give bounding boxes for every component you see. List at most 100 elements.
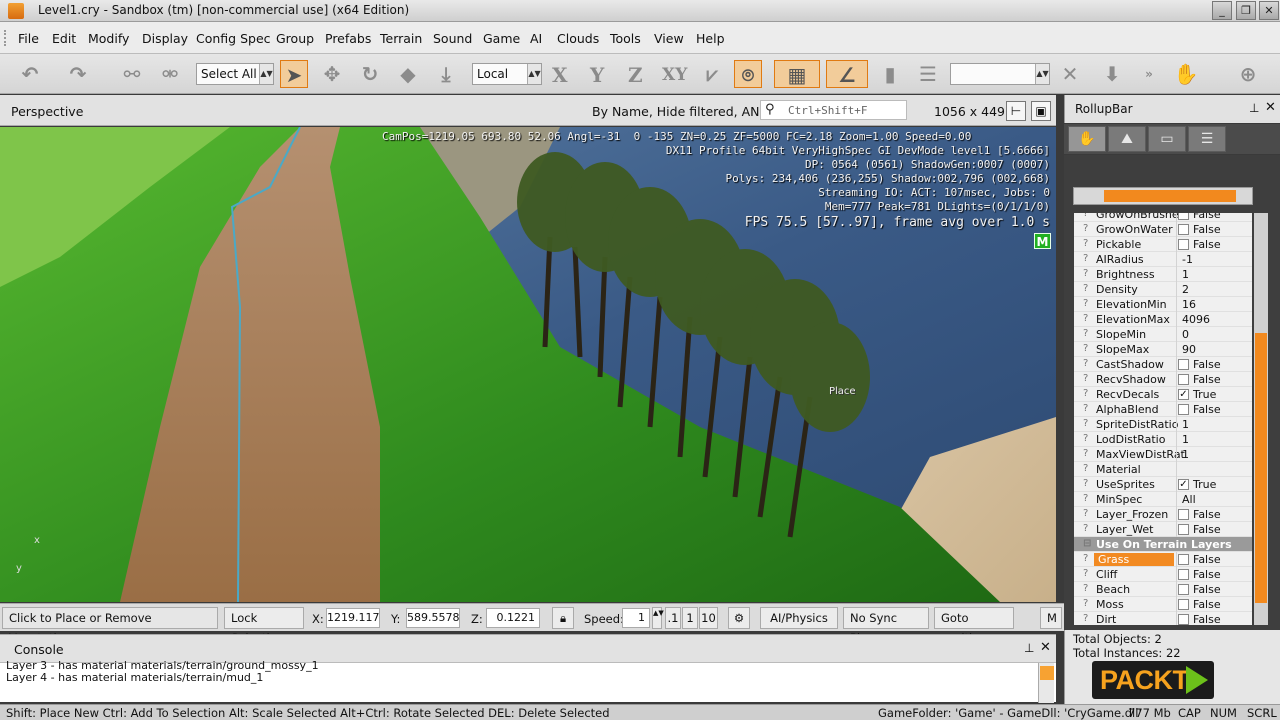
property-value[interactable]: -1 [1182, 253, 1193, 266]
property-checkbox[interactable] [1178, 524, 1189, 535]
scroll-thumb[interactable] [1040, 666, 1054, 680]
speed-preset-0.1[interactable]: .1 [665, 607, 681, 629]
property-value[interactable]: 1 [1182, 268, 1189, 281]
menu-file[interactable]: File [18, 31, 39, 46]
named-selection-dropdown[interactable]: ▲▼ [950, 63, 1050, 85]
camera-snap-icon[interactable]: ⌾ [734, 60, 762, 88]
axis-z-button[interactable]: Z [628, 63, 643, 87]
scroll-thumb[interactable] [1104, 190, 1236, 202]
resize-viewport-icon[interactable]: ⊢ [1006, 101, 1026, 121]
property-row[interactable]: ? SpriteDistRatio 1 [1074, 417, 1252, 432]
rotate-icon[interactable]: ↻ [356, 60, 384, 88]
property-value[interactable]: False [1193, 508, 1221, 521]
goto-position-button[interactable]: Goto position [934, 607, 1014, 645]
ai-physics-button[interactable]: AI/Physics [760, 607, 838, 629]
menu-edit[interactable]: Edit [52, 31, 76, 46]
vertical-scrollbar[interactable] [1254, 213, 1268, 625]
property-checkbox[interactable] [1178, 584, 1189, 595]
property-row[interactable]: ? AIRadius -1 [1074, 252, 1252, 267]
lock-selection-button[interactable]: Lock Selection [224, 607, 304, 645]
property-value[interactable]: False [1193, 553, 1221, 566]
speed-preset-1[interactable]: 1 [682, 607, 698, 629]
move-icon[interactable]: ✥ [318, 60, 346, 88]
close-button[interactable]: ✕ [1259, 1, 1279, 20]
pin-icon[interactable]: ⊥ [1249, 101, 1259, 115]
property-row[interactable]: ? MinSpec All [1074, 492, 1252, 507]
property-row[interactable]: ? Layer_Frozen False [1074, 507, 1252, 522]
property-value[interactable]: False [1193, 223, 1221, 236]
property-checkbox[interactable]: ✓ [1178, 389, 1189, 400]
property-checkbox[interactable] [1178, 359, 1189, 370]
property-row[interactable]: ? AlphaBlend False [1074, 402, 1252, 417]
menu-config-spec[interactable]: Config Spec [196, 31, 271, 46]
scale-icon[interactable]: ◆ [394, 60, 422, 88]
axis-xy-button[interactable]: XY [662, 65, 687, 85]
toolbar-overflow-icon[interactable]: » [1142, 60, 1156, 88]
property-value[interactable]: 16 [1182, 298, 1196, 311]
menu-group[interactable]: Group [276, 31, 314, 46]
property-row[interactable]: ? UseSprites ✓ True [1074, 477, 1252, 492]
coordinate-system-dropdown[interactable]: Local ▲▼ [472, 63, 542, 85]
grid-snap-icon[interactable]: ▦ [774, 60, 820, 88]
property-value[interactable]: False [1193, 358, 1221, 371]
property-row[interactable]: ? Layer_Wet False [1074, 522, 1252, 537]
close-rollup-icon[interactable]: ✕ [1265, 100, 1276, 115]
tab-terrain[interactable]: ⛰ [1108, 126, 1146, 152]
property-row[interactable]: ? ElevationMax 4096 [1074, 312, 1252, 327]
property-row[interactable]: ? MaxViewDistRat 1 [1074, 447, 1252, 462]
property-checkbox[interactable] [1178, 239, 1189, 250]
property-value[interactable]: False [1193, 373, 1221, 386]
property-row[interactable]: ? Moss False [1074, 597, 1252, 612]
viewport-search-input[interactable]: ⚲ Ctrl+Shift+F [760, 100, 907, 120]
layer-list-icon[interactable]: ☰ [914, 60, 942, 88]
property-row[interactable]: ? GrowOnWater False [1074, 222, 1252, 237]
selection-mask-dropdown[interactable]: Select All ▲▼ [196, 63, 274, 85]
tab-objects[interactable]: ✋ [1068, 126, 1106, 152]
x-coordinate-field[interactable]: 1219.117 [326, 608, 380, 628]
link-icon[interactable]: ⚯ [118, 60, 146, 88]
property-row[interactable]: ? Cliff False [1074, 567, 1252, 582]
console-scrollbar[interactable] [1038, 663, 1054, 703]
menu-modify[interactable]: Modify [88, 31, 129, 46]
tab-display[interactable]: ▭ [1148, 126, 1186, 152]
property-row[interactable]: ? RecvDecals ✓ True [1074, 387, 1252, 402]
property-value[interactable]: 0 [1182, 328, 1189, 341]
menu-terrain[interactable]: Terrain [380, 31, 422, 46]
tab-layers[interactable]: ☰ [1188, 126, 1226, 152]
menu-clouds[interactable]: Clouds [557, 31, 599, 46]
property-row[interactable]: ? Material [1074, 462, 1252, 477]
property-row[interactable]: ? Pickable False [1074, 237, 1252, 252]
menu-tools[interactable]: Tools [610, 31, 641, 46]
scroll-thumb[interactable] [1255, 333, 1267, 603]
property-value[interactable]: 1 [1182, 418, 1189, 431]
close-console-icon[interactable]: ✕ [1040, 640, 1051, 655]
menu-sound[interactable]: Sound [433, 31, 472, 46]
property-row[interactable]: ? LodDistRatio 1 [1074, 432, 1252, 447]
property-row[interactable]: ? Beach False [1074, 582, 1252, 597]
menu-ai[interactable]: AI [530, 31, 542, 46]
property-section-header[interactable]: ⊟ Use On Terrain Layers [1074, 537, 1252, 552]
property-value[interactable]: False [1193, 598, 1221, 611]
mute-button[interactable]: M [1040, 607, 1062, 629]
property-value[interactable]: False [1193, 523, 1221, 536]
property-value[interactable]: False [1193, 238, 1221, 251]
property-value[interactable]: 1 [1182, 448, 1189, 461]
pin-icon[interactable]: ⊥ [1024, 641, 1034, 655]
property-row[interactable]: ? Density 2 [1074, 282, 1252, 297]
collapse-icon[interactable]: ⊟ [1083, 538, 1091, 549]
property-row[interactable]: ? SlopeMax 90 [1074, 342, 1252, 357]
property-checkbox[interactable] [1178, 554, 1189, 565]
property-row[interactable]: ? RecvShadow False [1074, 372, 1252, 387]
property-value[interactable]: 4096 [1182, 313, 1210, 326]
undo-icon[interactable]: ↶ [16, 60, 44, 88]
menu-prefabs[interactable]: Prefabs [325, 31, 371, 46]
ruler-icon[interactable]: ▮ [876, 60, 904, 88]
property-value[interactable]: All [1182, 493, 1196, 506]
property-checkbox[interactable]: ✓ [1178, 479, 1189, 490]
perspective-viewport[interactable]: CamPos=1219.05 693.80 52.06 Angl=-31 0 -… [0, 127, 1056, 602]
redo-icon[interactable]: ↷ [64, 60, 92, 88]
property-value[interactable]: True [1193, 388, 1216, 401]
no-sync-player-button[interactable]: No Sync Player [843, 607, 929, 645]
toolbar-grip[interactable] [4, 30, 8, 46]
property-value[interactable]: False [1193, 568, 1221, 581]
